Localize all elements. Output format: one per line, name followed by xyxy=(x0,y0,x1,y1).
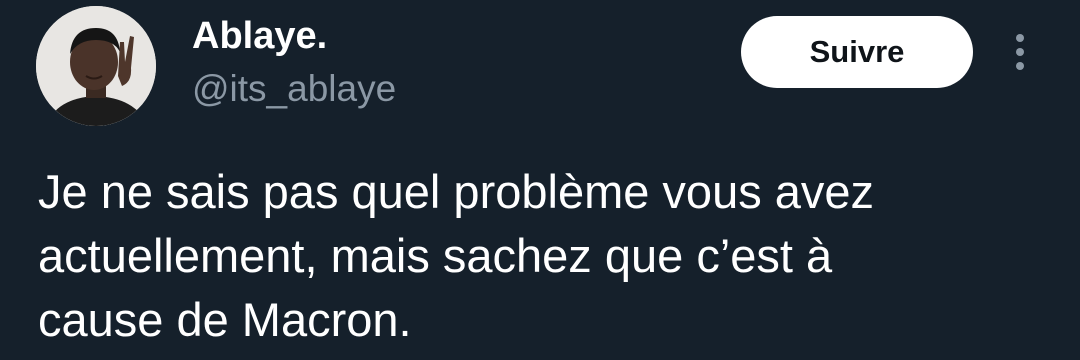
profile-photo-icon xyxy=(36,6,156,126)
tweet-card: Ablaye. @its_ablaye Suivre Je ne sais pa… xyxy=(0,0,1080,360)
tweet-text: Je ne sais pas quel problème vous avez a… xyxy=(38,165,875,346)
avatar[interactable] xyxy=(36,6,156,126)
display-name[interactable]: Ablaye. xyxy=(192,14,327,58)
more-options-icon[interactable] xyxy=(1006,30,1034,74)
follow-button[interactable]: Suivre xyxy=(741,16,973,88)
user-handle[interactable]: @its_ablaye xyxy=(192,68,396,110)
